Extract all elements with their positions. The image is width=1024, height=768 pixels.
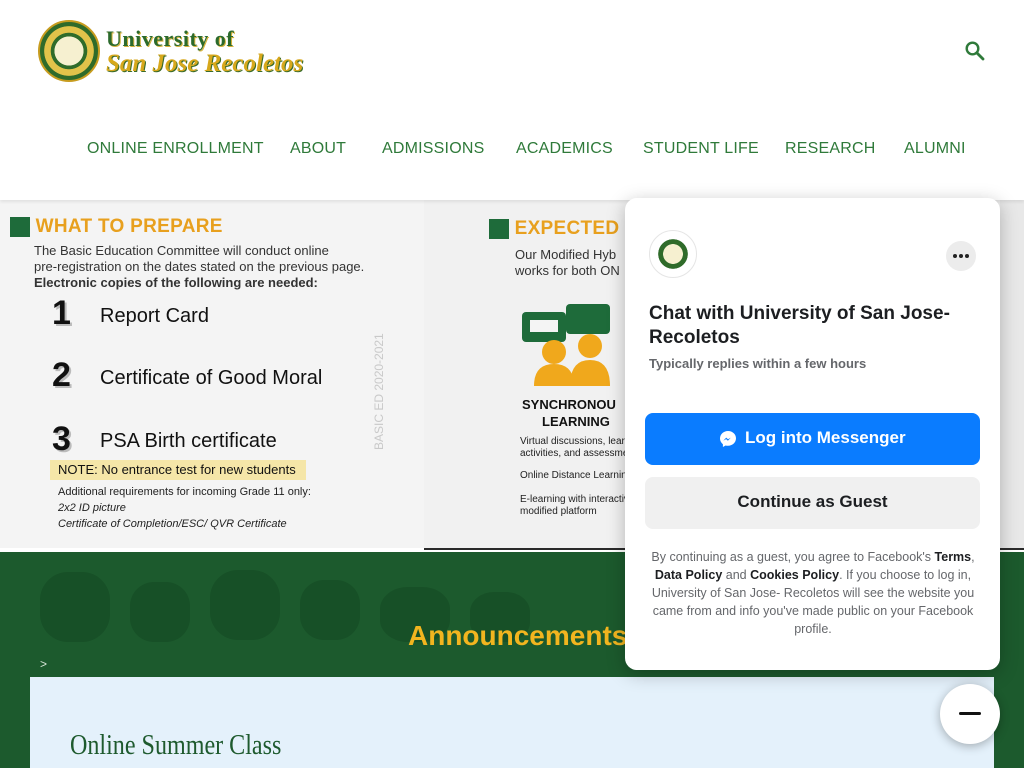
- nav-alumni[interactable]: ALUMNI: [904, 140, 966, 158]
- requirement-item: Report Card: [100, 305, 209, 327]
- nav-research[interactable]: RESEARCH: [785, 140, 876, 158]
- nav-about[interactable]: ABOUT: [290, 140, 346, 158]
- messenger-chat-panel: Chat with University of San Jose-Recolet…: [625, 198, 1000, 670]
- slide-heading: WHAT TO PREPARE: [10, 216, 223, 238]
- data-policy-link[interactable]: Data Policy: [655, 568, 722, 582]
- nav-online-enrollment[interactable]: ONLINE ENROLLMENT: [87, 140, 264, 158]
- nav-academics[interactable]: ACADEMICS: [516, 140, 613, 158]
- page-avatar: [649, 230, 697, 278]
- slide-intro-2: pre-registration on the dates stated on …: [34, 259, 365, 274]
- site-header: University of San Jose Recoletos ONLINE …: [0, 0, 1024, 200]
- guest-label: Continue as Guest: [737, 492, 888, 511]
- login-label: Log into Messenger: [745, 428, 906, 447]
- legal-text: By continuing as a guest, you agree to F…: [647, 548, 979, 638]
- sync-title-2: LEARNING: [542, 414, 610, 429]
- item-number: 2: [52, 356, 71, 394]
- slide-heading: EXPECTED: [489, 218, 619, 240]
- log-into-messenger-button[interactable]: Log into Messenger: [645, 413, 980, 465]
- minimize-chat-button[interactable]: [940, 684, 1000, 744]
- cookies-policy-link[interactable]: Cookies Policy: [750, 568, 839, 582]
- extra-id: 2x2 ID picture: [58, 502, 126, 514]
- sync-text-4: E-learning with interactiv: [520, 494, 629, 505]
- legal-pre: By continuing as a guest, you agree to F…: [651, 550, 932, 564]
- messenger-icon: [720, 431, 736, 447]
- main-nav: ONLINE ENROLLMENT ABOUT ADMISSIONS ACADE…: [0, 140, 1024, 162]
- slide-thumbnail-strip[interactable]: [1000, 200, 1024, 550]
- slide-intro-1: The Basic Education Committee will condu…: [34, 243, 329, 258]
- legal-and: and: [725, 568, 747, 582]
- legal-comma: ,: [971, 550, 975, 564]
- slide-what-to-prepare[interactable]: WHAT TO PREPARE The Basic Education Comm…: [0, 200, 424, 550]
- chat-response-time: Typically replies within a few hours: [649, 356, 867, 371]
- search-icon[interactable]: [964, 40, 986, 62]
- sync-text-1: Virtual discussions, learn: [520, 436, 631, 447]
- announcement-title[interactable]: Online Summer Class: [70, 730, 281, 762]
- nav-admissions[interactable]: ADMISSIONS: [382, 140, 484, 158]
- extra-requirements: Additional requirements for incoming Gra…: [58, 486, 311, 498]
- logo-line-2: San Jose Recoletos: [106, 50, 304, 77]
- logo-line-1: University of: [106, 26, 235, 51]
- sync-title-1: SYNCHRONOU: [522, 397, 616, 412]
- more-options-icon[interactable]: [946, 241, 976, 271]
- breadcrumb-arrow: >: [40, 657, 48, 671]
- slide-intro-2: works for both ON: [515, 263, 620, 278]
- announcements-title: Announcements: [408, 620, 628, 651]
- continue-as-guest-button[interactable]: Continue as Guest: [645, 477, 980, 529]
- site-logo[interactable]: University of San Jose Recoletos: [38, 18, 318, 84]
- item-number: 1: [52, 294, 71, 332]
- item-number: 3: [52, 420, 71, 458]
- slide-intro-1: Our Modified Hyb: [515, 247, 617, 262]
- extra-certificate: Certificate of Completion/ESC/ QVR Certi…: [58, 518, 287, 530]
- requirement-item: PSA Birth certificate: [100, 430, 277, 452]
- vertical-label: BASIC ED 2020-2021: [372, 333, 386, 450]
- sync-text-2: activities, and assessmen: [520, 448, 634, 459]
- minimize-icon: [959, 712, 981, 715]
- nav-student-life[interactable]: STUDENT LIFE: [643, 140, 759, 158]
- synchronous-learning-icon: [522, 304, 610, 386]
- university-seal-icon: [38, 20, 100, 82]
- terms-link[interactable]: Terms: [935, 550, 972, 564]
- sync-text-3: Online Distance Learning: [520, 470, 633, 481]
- note-text: NOTE: No entrance test for new students: [58, 462, 296, 477]
- page: University of San Jose Recoletos ONLINE …: [0, 0, 1024, 768]
- requirement-item: Certificate of Good Moral: [100, 367, 323, 389]
- chat-title: Chat with University of San Jose-Recolet…: [649, 303, 950, 348]
- sync-text-5: modified platform: [520, 506, 597, 517]
- slide-intro-3: Electronic copies of the following are n…: [34, 275, 318, 290]
